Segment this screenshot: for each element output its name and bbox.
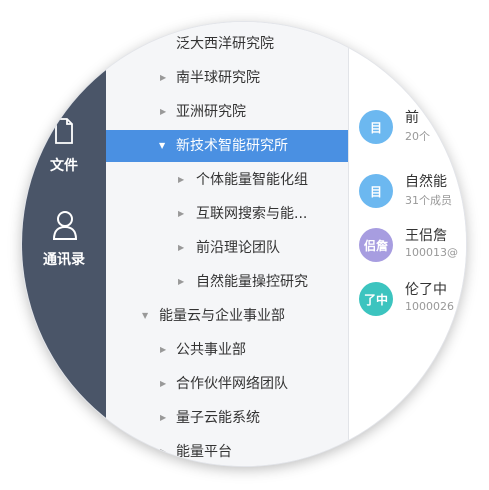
caret-right-icon[interactable]: ▶ [178, 198, 184, 230]
tree-item-label: 亚洲研究院 [176, 104, 246, 120]
caret-right-icon[interactable]: ▶ [160, 96, 166, 128]
contact-item[interactable]: 目 [349, 22, 466, 62]
user-avatar: 侣詹 [359, 228, 393, 262]
tree-item[interactable]: ▶ 亚洲研究院 [106, 96, 348, 128]
org-tree: 泛大西洋研究院 ▶ 南半球研究院 ▶ 亚洲研究院 ▼ 新技术智能研究所 ▶ 个体… [106, 22, 349, 466]
caret-right-icon[interactable]: ▶ [160, 334, 166, 366]
contact-name: 伦了中 [405, 282, 447, 298]
contact-name: 前 [405, 110, 419, 126]
caret-down-icon[interactable]: ▼ [142, 300, 148, 332]
screenshot-stage: 文件 通讯录 泛大西洋研究院 ▶ 南半球研究院 ▶ 亚洲研究院 ▼ 新技术智能研… [0, 0, 489, 490]
magnifier-circle: 文件 通讯录 泛大西洋研究院 ▶ 南半球研究院 ▶ 亚洲研究院 ▼ 新技术智能研… [22, 22, 466, 466]
tree-item[interactable]: ▶ 南半球研究院 [106, 62, 348, 94]
caret-down-icon[interactable]: ▼ [159, 130, 165, 162]
tree-item[interactable]: ▶ 个体能量智能化组 [106, 164, 348, 196]
sidebar-item-files[interactable]: 文件 [22, 118, 106, 198]
caret-right-icon[interactable]: ▶ [160, 368, 166, 400]
contact-item[interactable]: 目 前 20个 [349, 100, 466, 160]
tree-item-label: 公共事业部 [176, 342, 246, 358]
user-avatar: 了中 [359, 282, 393, 316]
tree-item[interactable]: ▶ 自然能量操控研究 [106, 266, 348, 298]
contact-list: 目 目 前 20个 目 自然能 31个成员 侣詹 王侣詹 100013@ 了中 … [349, 22, 466, 466]
contact-detail: 20个 [405, 130, 430, 143]
tree-item[interactable]: 泛大西洋研究院 [106, 28, 348, 60]
tree-item-label: 能量平台 [176, 444, 232, 460]
group-avatar: 目 [359, 174, 393, 208]
tree-item[interactable]: ▶ 能量平台 [106, 436, 348, 466]
document-icon [55, 118, 73, 144]
app-sidebar: 文件 通讯录 [22, 22, 106, 466]
tree-item[interactable]: ▼ 能量云与企业事业部 [106, 300, 348, 332]
tree-item[interactable]: ▶ 合作伙伴网络团队 [106, 368, 348, 400]
group-avatar: 目 [359, 22, 393, 46]
tree-item[interactable]: ▶ 互联网搜索与能... [106, 198, 348, 230]
tree-item-label: 泛大西洋研究院 [176, 36, 274, 52]
contact-name: 王侣詹 [405, 228, 447, 244]
tree-item-label: 新技术智能研究所 [176, 138, 288, 154]
contact-detail: 1000026 [405, 300, 454, 313]
sidebar-item-label: 通讯录 [43, 252, 85, 268]
sidebar-item-contacts[interactable]: 通讯录 [22, 210, 106, 290]
sidebar-item-label: 文件 [50, 158, 78, 174]
tree-item[interactable]: ▶ 前沿理论团队 [106, 232, 348, 264]
tree-item-label: 自然能量操控研究 [196, 274, 308, 290]
contact-name: 自然能 [405, 174, 447, 190]
tree-item[interactable]: ▶ 量子云能系统 [106, 402, 348, 434]
caret-right-icon[interactable]: ▶ [160, 402, 166, 434]
caret-right-icon[interactable]: ▶ [178, 232, 184, 264]
caret-right-icon[interactable]: ▶ [160, 62, 166, 94]
contact-detail: 100013@ [405, 246, 458, 259]
tree-item-label: 前沿理论团队 [196, 240, 280, 256]
tree-item[interactable]: ▶ 公共事业部 [106, 334, 348, 366]
group-avatar: 目 [359, 110, 393, 144]
caret-right-icon[interactable]: ▶ [178, 266, 184, 298]
tree-item-selected[interactable]: ▼ 新技术智能研究所 [106, 130, 348, 162]
tree-item-label: 量子云能系统 [176, 410, 260, 426]
tree-item-label: 个体能量智能化组 [196, 172, 308, 188]
tree-item-label: 南半球研究院 [176, 70, 260, 86]
contact-detail: 31个成员 [405, 194, 452, 207]
tree-item-label: 能量云与企业事业部 [159, 308, 285, 324]
contact-item[interactable]: 了中 伦了中 1000026 [349, 272, 466, 332]
tree-item-label: 合作伙伴网络团队 [176, 376, 288, 392]
caret-right-icon[interactable]: ▶ [178, 164, 184, 196]
contacts-person-icon [52, 211, 78, 240]
caret-right-icon[interactable]: ▶ [160, 436, 166, 466]
contact-item[interactable]: 侣詹 王侣詹 100013@ [349, 218, 466, 278]
contact-item[interactable]: 目 自然能 31个成员 [349, 164, 466, 224]
tree-item-label: 互联网搜索与能... [196, 206, 308, 222]
